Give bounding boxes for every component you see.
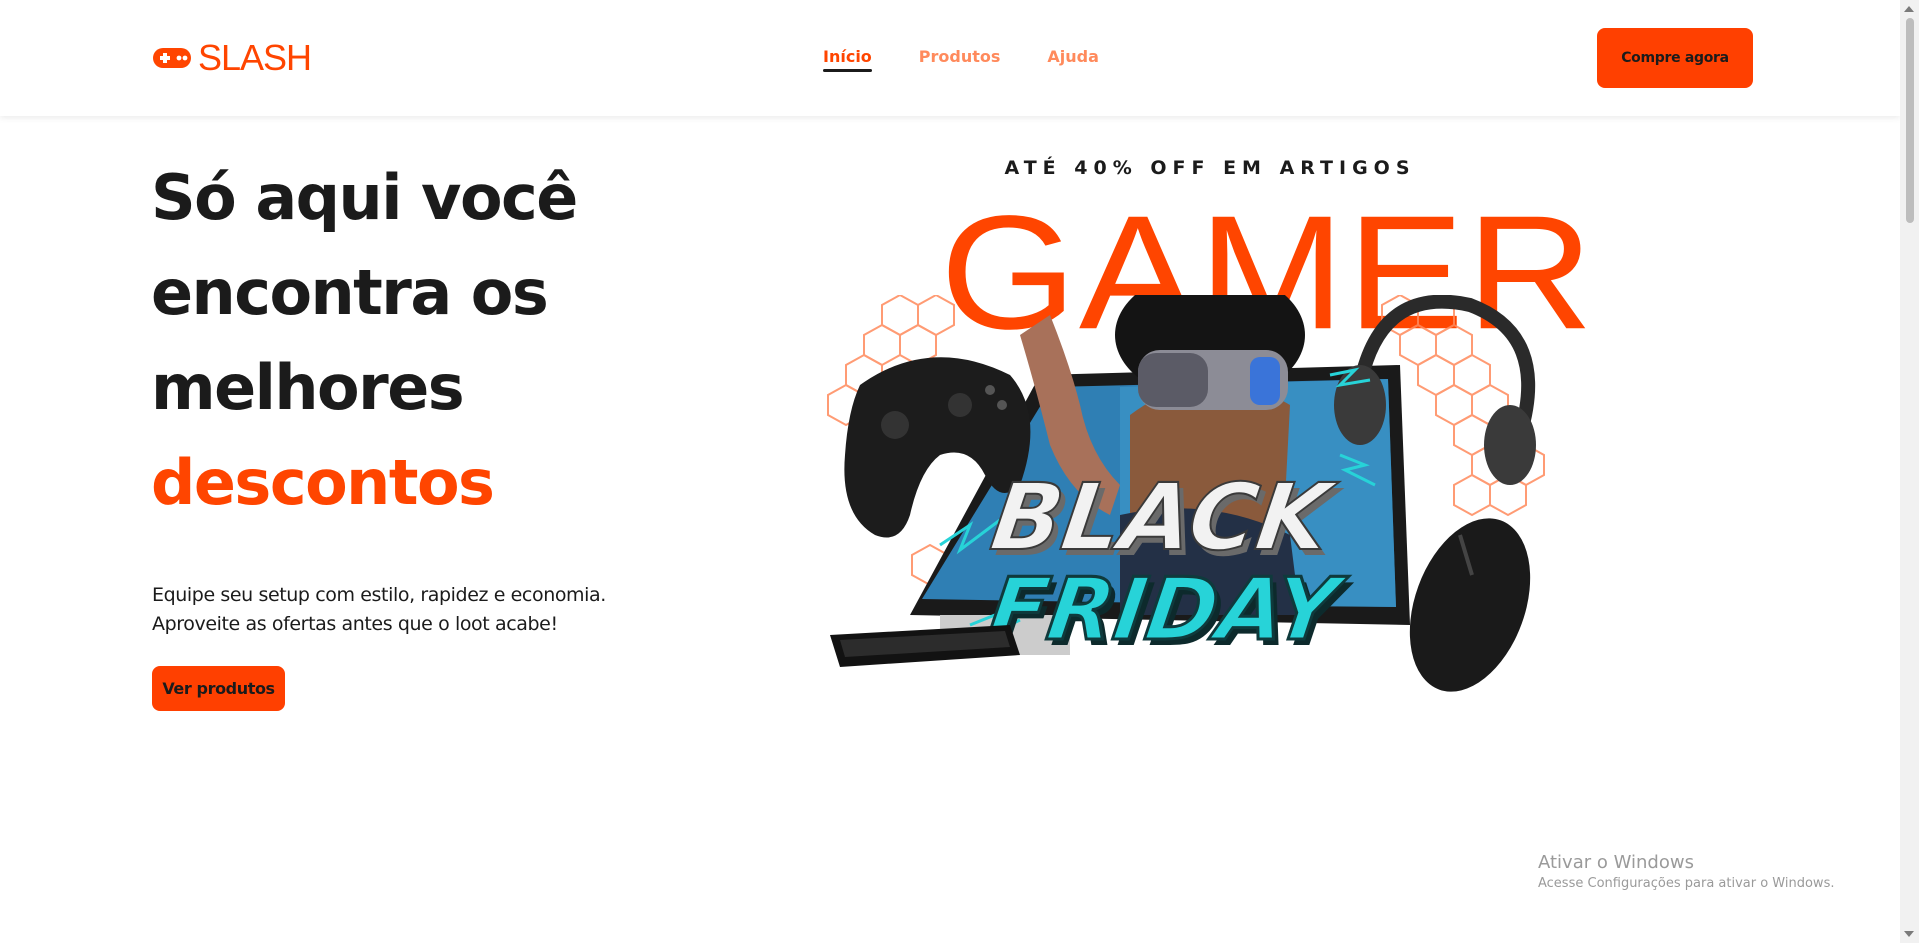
hero-title: Só aqui você encontra os melhores descon… [151,150,771,530]
hero-title-line: melhores [151,351,465,424]
badge-friday-text: FRIDAY [983,560,1352,660]
gamepad-logo-icon [153,48,191,68]
main-nav: Início Produtos Ajuda [823,47,1099,72]
nav-link-inicio[interactable]: Início [823,47,872,72]
nav-link-produtos[interactable]: Produtos [919,47,1001,72]
black-friday-badge: BLACK BLACK FRIDAY FRIDAY [981,462,1356,665]
hero-title-line: Só aqui você [151,161,578,234]
mouse-icon [1409,518,1531,692]
buy-now-button[interactable]: Compre agora [1597,28,1753,88]
hero-description-line: Aproveite as ofertas antes que o loot ac… [152,613,558,635]
hero-title-line: encontra os [151,256,549,329]
logo[interactable]: SLASH [152,37,312,78]
scroll-down-arrow-icon[interactable] [1904,931,1914,937]
nav-link-ajuda[interactable]: Ajuda [1047,47,1099,72]
black-friday-banner: ATÉ 40% OFF EM ARTIGOS GAMER BLACK BLACK… [820,145,1593,825]
watermark-subtitle: Acesse Configurações para ativar o Windo… [1538,876,1835,891]
promo-tagline: ATÉ 40% OFF EM ARTIGOS [1004,157,1416,179]
windows-activation-watermark: Ativar o Windows Acesse Configurações pa… [1538,852,1834,894]
site-header: SLASH Início Produtos Ajuda Compre agora [0,0,1900,116]
view-products-button[interactable]: Ver produtos [152,666,285,711]
badge-black-text: BLACK [985,463,1342,570]
logo-text: SLASH [198,37,312,78]
scroll-up-arrow-icon[interactable] [1904,6,1914,12]
promo-illustration: BLACK BLACK FRIDAY FRIDAY [827,295,1545,692]
hero-title-accent: descontos [151,446,495,519]
vertical-scrollbar[interactable] [1900,0,1919,943]
scrollbar-thumb[interactable] [1906,18,1914,223]
hero-description: Equipe seu setup com estilo, rapidez e e… [152,581,712,639]
watermark-title: Ativar o Windows [1538,852,1694,873]
hero-description-line: Equipe seu setup com estilo, rapidez e e… [152,584,606,606]
